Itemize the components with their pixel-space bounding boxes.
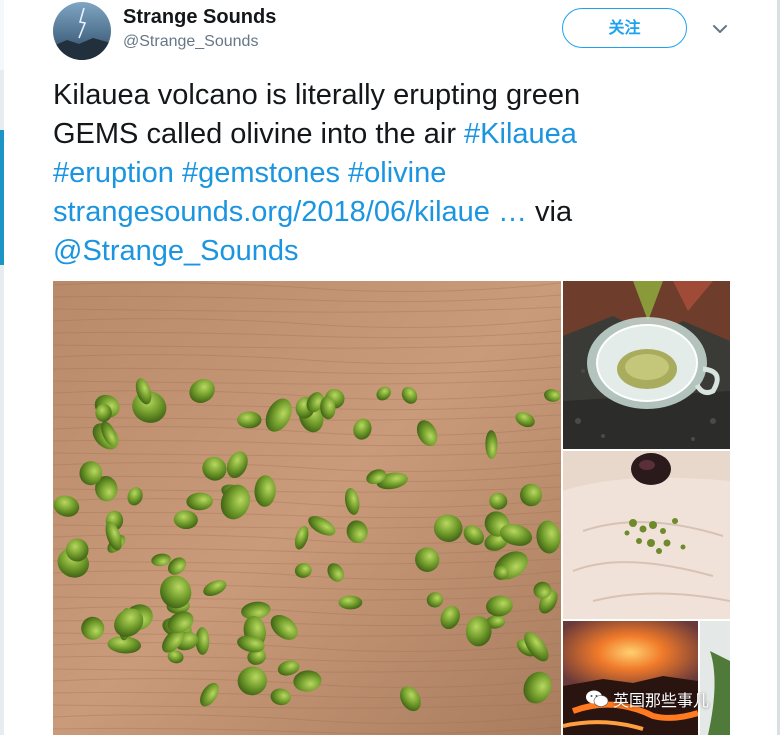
photo-sliver: [700, 621, 730, 735]
tweet-text-segment: GEMS called olivine into the air: [53, 118, 465, 150]
photo-olivine-in-palm[interactable]: [563, 451, 730, 619]
tweet-text-segment: via: [527, 196, 573, 228]
tweet-line: GEMS called olivine into the air #Kilaue…: [53, 115, 753, 154]
tweet-text: Kilauea volcano is literally erupting gr…: [53, 76, 753, 271]
account-handle[interactable]: @Strange_Sounds: [123, 33, 258, 51]
storm-avatar-icon: [53, 2, 111, 60]
photo-olivine-gems-on-wood[interactable]: [53, 281, 561, 735]
avatar[interactable]: [53, 2, 111, 60]
photo-lava-eruption[interactable]: [563, 621, 698, 735]
mention-link[interactable]: @Strange_Sounds: [53, 232, 753, 271]
olivine-gem: [338, 595, 363, 610]
left-edge-strip: [0, 0, 4, 735]
olivine-gem: [237, 411, 262, 429]
photo-olivine-in-glass-dish[interactable]: [563, 281, 730, 449]
hashtag-link[interactable]: #Kilauea: [464, 118, 577, 150]
media-grid: [53, 281, 730, 735]
wechat-icon: [586, 690, 609, 707]
follow-button[interactable]: 关注: [562, 8, 687, 48]
tweet-line: Kilauea volcano is literally erupting gr…: [53, 79, 581, 111]
chevron-down-icon[interactable]: [711, 20, 729, 38]
watermark-text: 英国那些事儿: [613, 691, 710, 710]
watermark: 英国那些事儿: [585, 685, 709, 713]
tweet-line: strangesounds.org/2018/06/kilaue … via: [53, 193, 753, 232]
url-ellipsis[interactable]: …: [490, 196, 527, 228]
url-link[interactable]: strangesounds.org/2018/06/kilaue: [53, 196, 490, 228]
account-name[interactable]: Strange Sounds: [123, 6, 276, 29]
hashtag-links[interactable]: #eruption #gemstones #olivine: [53, 154, 753, 193]
